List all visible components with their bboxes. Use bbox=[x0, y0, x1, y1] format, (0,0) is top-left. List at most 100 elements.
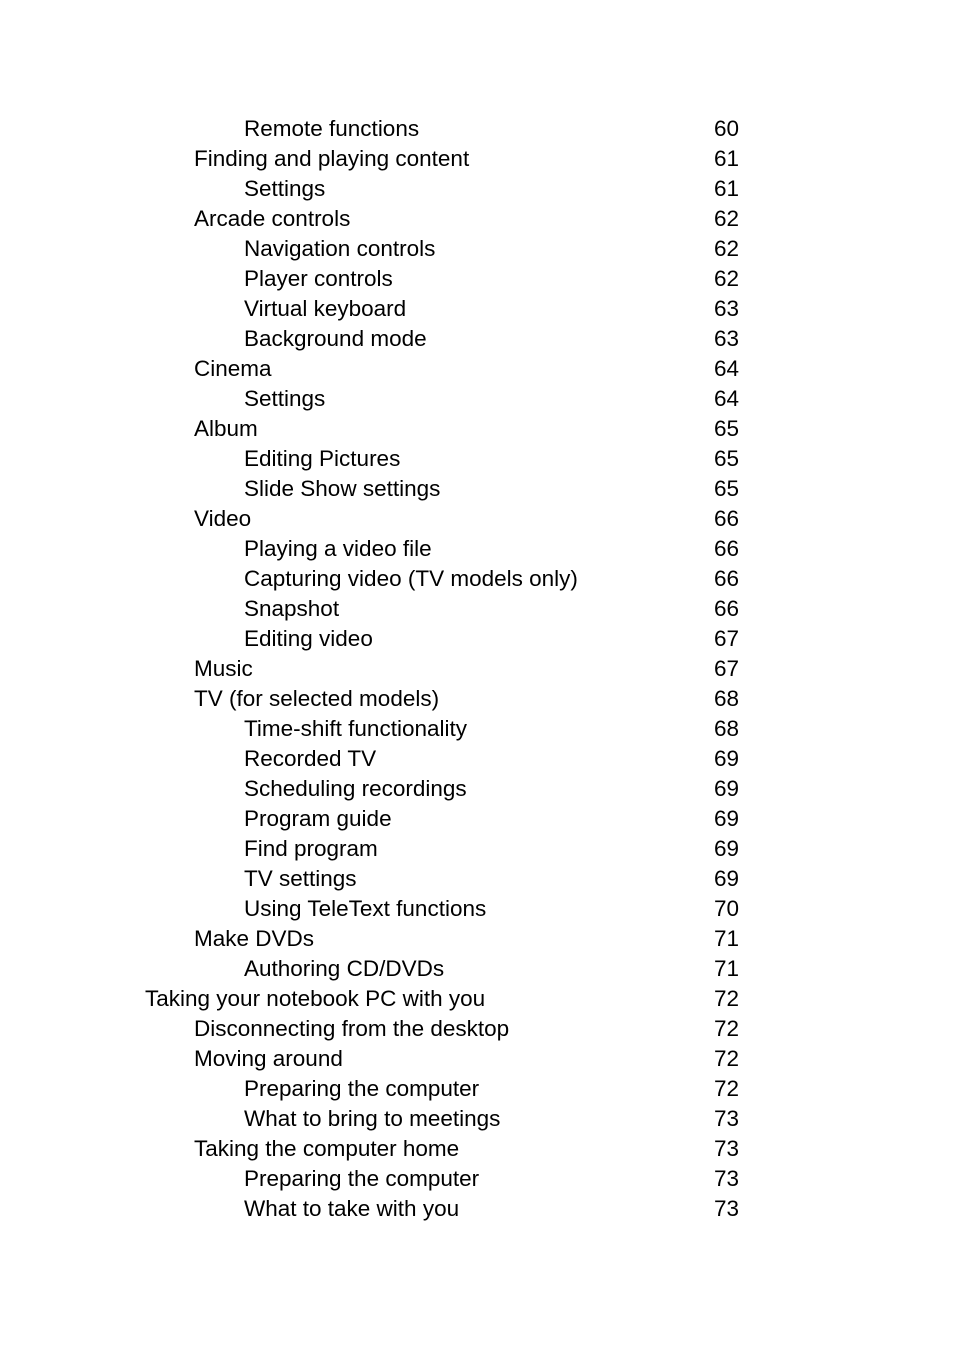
toc-entry[interactable]: Editing video 67 bbox=[0, 624, 954, 654]
toc-entry[interactable]: What to bring to meetings 73 bbox=[0, 1104, 954, 1134]
toc-entry-title: Settings bbox=[244, 386, 326, 411]
toc-entry[interactable]: Find program 69 bbox=[0, 834, 954, 864]
toc-entry-page-number: 62 bbox=[714, 206, 740, 231]
toc-entry-page-number: 67 bbox=[714, 626, 740, 651]
toc-entry-page-number: 71 bbox=[714, 926, 740, 951]
toc-entry[interactable]: Make DVDs 71 bbox=[0, 924, 954, 954]
toc-entry-title: Music bbox=[194, 656, 253, 681]
toc-entry-page-number: 72 bbox=[714, 1016, 740, 1041]
toc-entry-title: Program guide bbox=[244, 806, 392, 831]
toc-entry-page-number: 64 bbox=[714, 356, 740, 381]
toc-entry-title: Snapshot bbox=[244, 596, 340, 621]
toc-entry-title: Remote functions bbox=[244, 116, 420, 141]
toc-entry-page-number: 73 bbox=[714, 1136, 740, 1161]
toc-entry-page-number: 69 bbox=[714, 776, 740, 801]
toc-entry-title: Settings bbox=[244, 176, 326, 201]
toc-entry[interactable]: Capturing video (TV models only) 66 bbox=[0, 564, 954, 594]
toc-entry[interactable]: Using TeleText functions 70 bbox=[0, 894, 954, 924]
toc-entry-title: Album bbox=[194, 416, 258, 441]
toc-entry[interactable]: TV (for selected models) 68 bbox=[0, 684, 954, 714]
toc-entry[interactable]: Preparing the computer 73 bbox=[0, 1164, 954, 1194]
toc-entry-page-number: 73 bbox=[714, 1196, 740, 1221]
toc-entry-page-number: 62 bbox=[714, 266, 740, 291]
toc-entry-page-number: 63 bbox=[714, 296, 740, 321]
toc-entry-title: Authoring CD/DVDs bbox=[244, 956, 445, 981]
toc-entry-page-number: 68 bbox=[714, 716, 740, 741]
toc-entry-page-number: 66 bbox=[714, 596, 740, 621]
toc-entry[interactable]: Taking the computer home 73 bbox=[0, 1134, 954, 1164]
toc-entry[interactable]: Preparing the computer 72 bbox=[0, 1074, 954, 1104]
toc-entry[interactable]: Navigation controls 62 bbox=[0, 234, 954, 264]
toc-entry-title: Taking the computer home bbox=[194, 1136, 460, 1161]
toc-entry-page-number: 69 bbox=[714, 806, 740, 831]
toc-entry-page-number: 66 bbox=[714, 536, 740, 561]
toc-entry[interactable]: Authoring CD/DVDs 71 bbox=[0, 954, 954, 984]
toc-entry[interactable]: Virtual keyboard 63 bbox=[0, 294, 954, 324]
toc-entry[interactable]: Arcade controls 62 bbox=[0, 204, 954, 234]
toc-entry-page-number: 68 bbox=[714, 686, 740, 711]
toc-entry[interactable]: Snapshot 66 bbox=[0, 594, 954, 624]
toc-entry-title: Preparing the computer bbox=[244, 1076, 480, 1101]
toc-entry-title: Taking your notebook PC with you bbox=[145, 986, 486, 1011]
toc-entry[interactable]: Editing Pictures 65 bbox=[0, 444, 954, 474]
toc-entry-page-number: 69 bbox=[714, 836, 740, 861]
toc-entry[interactable]: Background mode 63 bbox=[0, 324, 954, 354]
toc-entry-page-number: 66 bbox=[714, 566, 740, 591]
toc-entry[interactable]: Moving around 72 bbox=[0, 1044, 954, 1074]
toc-entry-page-number: 72 bbox=[714, 1076, 740, 1101]
toc-entry-title: Navigation controls bbox=[244, 236, 436, 261]
toc-entry-page-number: 60 bbox=[714, 116, 740, 141]
toc-entry-title: Moving around bbox=[194, 1046, 343, 1071]
toc-entry[interactable]: Slide Show settings 65 bbox=[0, 474, 954, 504]
toc-entry[interactable]: What to take with you 73 bbox=[0, 1194, 954, 1224]
toc-entry-page-number: 70 bbox=[714, 896, 740, 921]
toc-entry-title: Player controls bbox=[244, 266, 393, 291]
document-page: Remote functions 60 Finding and playing co… bbox=[0, 0, 954, 1369]
toc-entry-title: Scheduling recordings bbox=[244, 776, 467, 801]
toc-entry[interactable]: Settings 64 bbox=[0, 384, 954, 414]
toc-entry-title: Virtual keyboard bbox=[244, 296, 407, 321]
toc-entry-title: TV settings bbox=[244, 866, 357, 891]
toc-entry-title: What to bring to meetings bbox=[244, 1106, 501, 1131]
toc-entry[interactable]: Settings 61 bbox=[0, 174, 954, 204]
toc-entry[interactable]: Video 66 bbox=[0, 504, 954, 534]
toc-entry[interactable]: Program guide 69 bbox=[0, 804, 954, 834]
toc-entry[interactable]: Music 67 bbox=[0, 654, 954, 684]
toc-entry-title: Editing video bbox=[244, 626, 373, 651]
toc-entry-page-number: 61 bbox=[714, 146, 740, 171]
toc-entry[interactable]: Recorded TV 69 bbox=[0, 744, 954, 774]
toc-entry-page-number: 67 bbox=[714, 656, 740, 681]
toc-entry[interactable]: TV settings 69 bbox=[0, 864, 954, 894]
toc-entry-page-number: 73 bbox=[714, 1166, 740, 1191]
toc-entry-title: Video bbox=[194, 506, 252, 531]
toc-entry-page-number: 64 bbox=[714, 386, 740, 411]
toc-entry-page-number: 63 bbox=[714, 326, 740, 351]
toc-entry-title: Editing Pictures bbox=[244, 446, 401, 471]
toc-entry[interactable]: Remote functions 60 bbox=[0, 114, 954, 144]
table-of-contents: Remote functions 60 Finding and playing co… bbox=[0, 114, 954, 1224]
toc-entry-page-number: 65 bbox=[714, 416, 740, 441]
toc-entry-title: Arcade controls bbox=[194, 206, 351, 231]
toc-entry-page-number: 66 bbox=[714, 506, 740, 531]
toc-entry-title: Cinema bbox=[194, 356, 272, 381]
toc-entry-page-number: 65 bbox=[714, 446, 740, 471]
toc-entry-title: Find program bbox=[244, 836, 378, 861]
toc-entry-page-number: 61 bbox=[714, 176, 740, 201]
toc-entry[interactable]: Scheduling recordings 69 bbox=[0, 774, 954, 804]
toc-entry-title: Capturing video (TV models only) bbox=[244, 566, 578, 591]
toc-entry[interactable]: Time-shift functionality 68 bbox=[0, 714, 954, 744]
toc-entry-title: Time-shift functionality bbox=[244, 716, 467, 741]
toc-entry[interactable]: Player controls 62 bbox=[0, 264, 954, 294]
toc-entry[interactable]: Playing a video file 66 bbox=[0, 534, 954, 564]
toc-entry-page-number: 69 bbox=[714, 866, 740, 891]
toc-entry-title: Finding and playing content bbox=[194, 146, 470, 171]
toc-entry[interactable]: Disconnecting from the desktop 72 bbox=[0, 1014, 954, 1044]
toc-entry[interactable]: Album 65 bbox=[0, 414, 954, 444]
toc-entry-title: Using TeleText functions bbox=[244, 896, 487, 921]
toc-entry[interactable]: Finding and playing content 61 bbox=[0, 144, 954, 174]
toc-entry[interactable]: Cinema 64 bbox=[0, 354, 954, 384]
toc-entry[interactable]: Taking your notebook PC with you 72 bbox=[0, 984, 954, 1014]
toc-entry-page-number: 62 bbox=[714, 236, 740, 261]
toc-entry-title: Background mode bbox=[244, 326, 427, 351]
toc-entry-title: Disconnecting from the desktop bbox=[194, 1016, 510, 1041]
